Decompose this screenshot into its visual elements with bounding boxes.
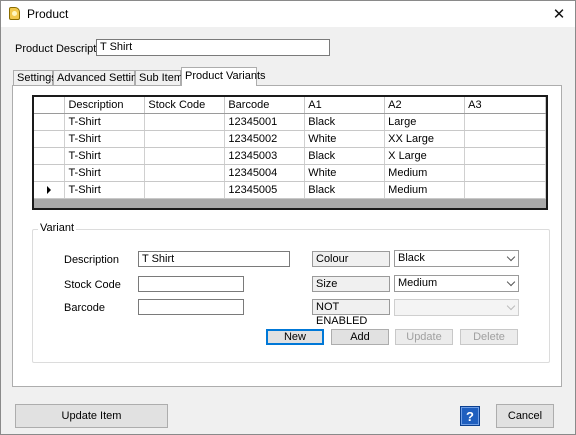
cell-description[interactable]: T-Shirt [64, 164, 146, 182]
close-icon[interactable]: ✕ [543, 1, 575, 27]
variant-group-title: Variant [38, 222, 77, 234]
title-bar[interactable]: Product ✕ [1, 1, 575, 27]
cell-a1[interactable]: Black [304, 147, 386, 165]
current-row-arrow-icon [47, 185, 52, 194]
cell-a2[interactable]: Large [384, 113, 466, 131]
cell-barcode[interactable]: 12345004 [224, 164, 306, 182]
column-header-barcode[interactable]: Barcode [224, 97, 306, 114]
product-tag-icon [9, 7, 20, 20]
chevron-down-icon [506, 301, 516, 311]
new-variant-button[interactable]: New [266, 329, 324, 345]
column-header-a2[interactable]: A2 [384, 97, 466, 114]
window-title: Product [27, 7, 69, 21]
attribute-2-selected-value: Medium [398, 277, 438, 289]
attribute-3-select [394, 299, 519, 316]
row-header[interactable] [34, 147, 66, 165]
table-row[interactable]: T-Shirt 12345005 Black Medium [34, 181, 546, 199]
grid-header-row: Description Stock Code Barcode A1 A2 A3 [34, 97, 546, 114]
cell-a3[interactable] [464, 164, 546, 182]
column-header-a1[interactable]: A1 [304, 97, 386, 114]
cell-description[interactable]: T-Shirt [64, 147, 146, 165]
variant-stock-code-label: Stock Code [64, 279, 121, 291]
attribute-1-select[interactable]: Black [394, 250, 519, 267]
attribute-1-selected-value: Black [398, 252, 425, 264]
chevron-down-icon [506, 252, 516, 262]
cell-a2[interactable]: XX Large [384, 130, 466, 148]
variant-stock-code-input[interactable] [138, 276, 244, 292]
row-header[interactable] [34, 130, 66, 148]
cell-a1[interactable]: Black [304, 181, 386, 199]
product-description-input[interactable]: T Shirt [96, 39, 330, 56]
cell-barcode[interactable]: 12345002 [224, 130, 306, 148]
table-row[interactable]: T-Shirt 12345004 White Medium [34, 164, 546, 182]
tab-sub-items[interactable]: Sub Items [135, 70, 189, 86]
cell-a3[interactable] [464, 113, 546, 131]
variant-groupbox: Variant Description T Shirt Stock Code B… [32, 222, 550, 363]
cell-description[interactable]: T-Shirt [64, 113, 146, 131]
cell-a3[interactable] [464, 147, 546, 165]
tab-product-variants[interactable]: Product Variants [181, 67, 266, 86]
cell-a3[interactable] [464, 181, 546, 199]
cell-stock-code[interactable] [144, 147, 226, 165]
column-header-description[interactable]: Description [64, 97, 146, 114]
cell-stock-code[interactable] [144, 130, 226, 148]
cell-description[interactable]: T-Shirt [64, 130, 146, 148]
help-icon[interactable]: ? [460, 406, 480, 426]
row-header-current[interactable] [34, 181, 66, 199]
tab-settings[interactable]: Settings [13, 70, 57, 86]
cell-a1[interactable]: White [304, 130, 386, 148]
cell-barcode[interactable]: 12345005 [224, 181, 306, 199]
row-header[interactable] [34, 164, 66, 182]
cancel-button[interactable]: Cancel [496, 404, 554, 428]
table-row[interactable]: T-Shirt 12345001 Black Large [34, 113, 546, 131]
cell-barcode[interactable]: 12345003 [224, 147, 306, 165]
cell-stock-code[interactable] [144, 181, 226, 199]
cell-a1[interactable]: Black [304, 113, 386, 131]
cell-stock-code[interactable] [144, 164, 226, 182]
tab-advanced-settings[interactable]: Advanced Settings [53, 70, 149, 86]
cell-stock-code[interactable] [144, 113, 226, 131]
table-row[interactable]: T-Shirt 12345002 White XX Large [34, 130, 546, 148]
update-item-button[interactable]: Update Item [15, 404, 168, 428]
cell-a1[interactable]: White [304, 164, 386, 182]
cell-description[interactable]: T-Shirt [64, 181, 146, 199]
cell-a2[interactable]: Medium [384, 164, 466, 182]
attribute-2-select[interactable]: Medium [394, 275, 519, 292]
cell-a3[interactable] [464, 130, 546, 148]
chevron-down-icon [506, 277, 516, 287]
table-row[interactable]: T-Shirt 12345003 Black X Large [34, 147, 546, 165]
cell-a2[interactable]: X Large [384, 147, 466, 165]
attribute-2-name: Size [312, 276, 390, 292]
cell-a2[interactable]: Medium [384, 181, 466, 199]
cell-barcode[interactable]: 12345001 [224, 113, 306, 131]
attribute-3-name: NOT ENABLED [312, 299, 390, 327]
variants-grid[interactable]: Description Stock Code Barcode A1 A2 A3 … [32, 95, 548, 210]
row-header[interactable] [34, 113, 66, 131]
variant-description-input[interactable]: T Shirt [138, 251, 290, 267]
delete-variant-button: Delete [460, 329, 518, 345]
variant-barcode-input[interactable] [138, 299, 244, 315]
product-window: Product ✕ Product Description T Shirt Se… [0, 0, 576, 435]
attribute-1-name: Colour [312, 251, 390, 267]
column-header-stock-code[interactable]: Stock Code [144, 97, 226, 114]
product-variants-panel: Description Stock Code Barcode A1 A2 A3 … [12, 85, 562, 387]
update-variant-button: Update [395, 329, 453, 345]
variant-description-label: Description [64, 254, 120, 266]
add-variant-button[interactable]: Add [331, 329, 389, 345]
grid-corner-header[interactable] [34, 97, 66, 114]
variant-barcode-label: Barcode [64, 302, 105, 314]
column-header-a3[interactable]: A3 [464, 97, 546, 114]
